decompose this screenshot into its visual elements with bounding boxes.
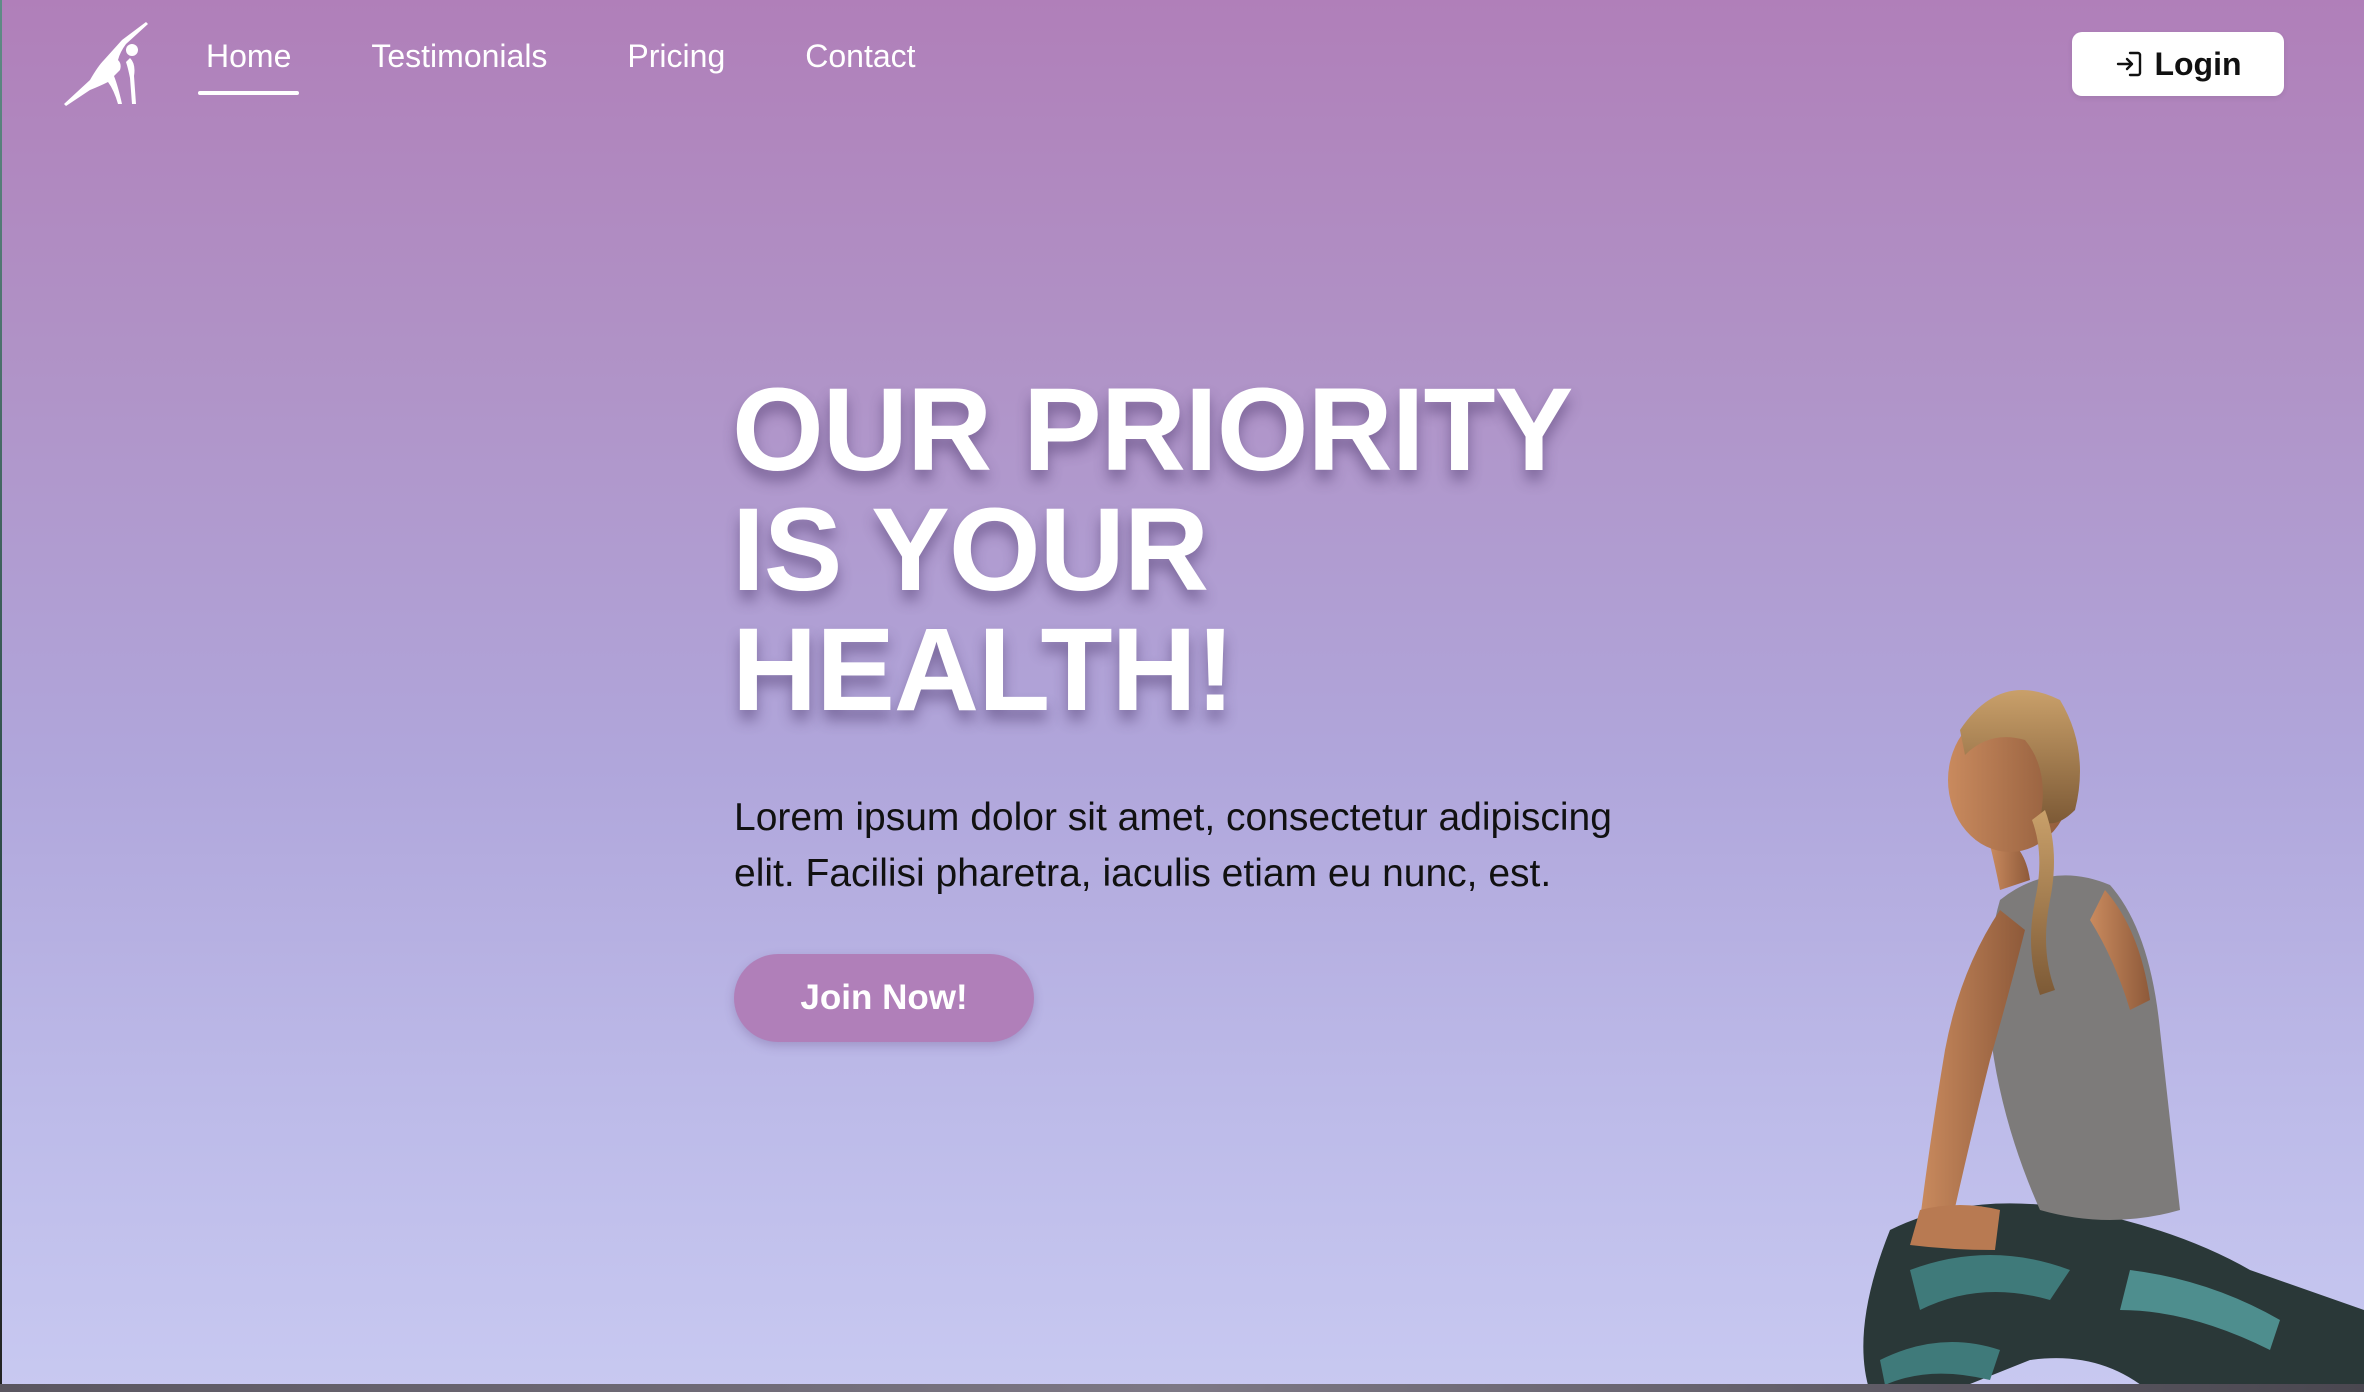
landing-page: Home Testimonials Pricing Contact Login … <box>0 0 2364 1392</box>
login-label: Login <box>2154 45 2242 82</box>
main-nav: Home Testimonials Pricing Contact <box>196 38 986 95</box>
join-now-button[interactable]: Join Now! <box>734 954 1034 1042</box>
bottom-edge <box>0 1384 2364 1392</box>
login-arrow-icon <box>2117 51 2142 77</box>
hero-title: OUR PRIORITY IS YOUR HEALTH! <box>732 370 1632 730</box>
nav-home[interactable]: Home <box>196 38 301 95</box>
login-button[interactable]: Login <box>2072 32 2284 96</box>
yoga-pose-logo-icon[interactable] <box>60 20 156 108</box>
nav-testimonials[interactable]: Testimonials <box>361 38 557 83</box>
hero-title-line: IS YOUR <box>732 484 1209 616</box>
hero-description: Lorem ipsum dolor sit amet, consectetur … <box>734 790 1634 902</box>
woman-stretching-image <box>1863 690 2364 1392</box>
hero-section: OUR PRIORITY IS YOUR HEALTH! Lorem ipsum… <box>732 370 1632 1042</box>
hero-description-line: Lorem ipsum dolor sit amet, consectetur … <box>734 796 1612 839</box>
nav-contact[interactable]: Contact <box>795 38 925 83</box>
nav-pricing[interactable]: Pricing <box>617 38 735 83</box>
hero-title-line: OUR PRIORITY <box>732 364 1573 496</box>
hero-description-line: elit. Facilisi pharetra, iaculis etiam e… <box>734 852 1552 895</box>
hero-title-line: HEALTH! <box>732 604 1235 736</box>
window-edge <box>0 0 2 1392</box>
